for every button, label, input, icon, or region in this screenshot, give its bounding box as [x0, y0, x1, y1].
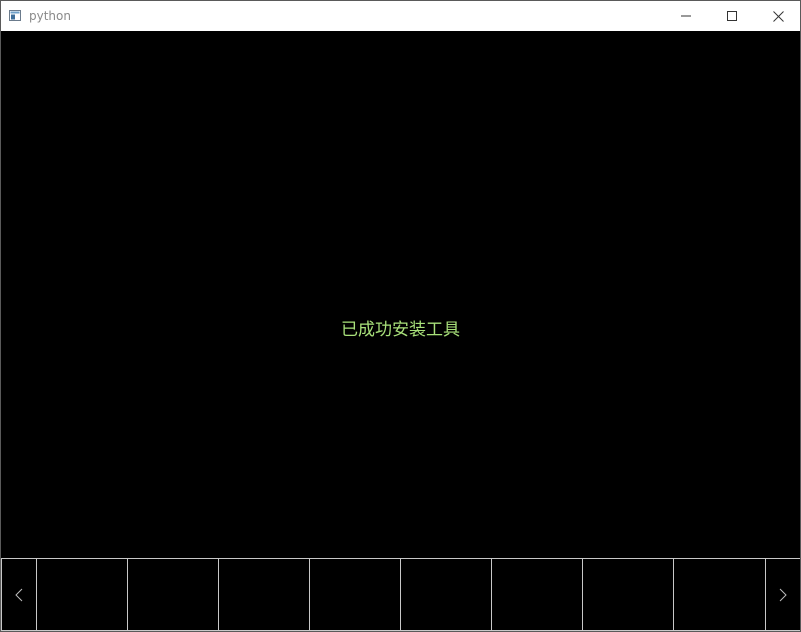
thumbnail-slot[interactable] — [582, 558, 674, 631]
maximize-button[interactable] — [709, 1, 755, 31]
close-button[interactable] — [755, 1, 800, 31]
title-bar[interactable]: python — [1, 1, 800, 31]
thumbnail-slot[interactable] — [218, 558, 310, 631]
app-window: python 已成功安装工具 — [0, 0, 801, 632]
thumbnail-slot[interactable] — [309, 558, 401, 631]
thumbnail-slot[interactable] — [127, 558, 219, 631]
window-title: python — [29, 9, 71, 23]
maximize-icon — [727, 11, 737, 21]
thumbnail-slot[interactable] — [673, 558, 766, 631]
thumbnail-slot[interactable] — [491, 558, 583, 631]
thumbnail-strip — [1, 558, 800, 631]
python-app-icon — [9, 10, 21, 21]
thumbnail-slot[interactable] — [36, 558, 128, 631]
chevron-left-icon — [15, 588, 23, 601]
minimize-button[interactable] — [663, 1, 709, 31]
next-button[interactable] — [765, 558, 800, 631]
prev-button[interactable] — [1, 558, 37, 631]
status-message: 已成功安装工具 — [341, 320, 460, 340]
thumbnail-slot[interactable] — [400, 558, 492, 631]
close-icon — [772, 10, 784, 22]
main-content: 已成功安装工具 — [1, 31, 800, 558]
minimize-icon — [681, 15, 691, 17]
chevron-right-icon — [779, 588, 787, 601]
